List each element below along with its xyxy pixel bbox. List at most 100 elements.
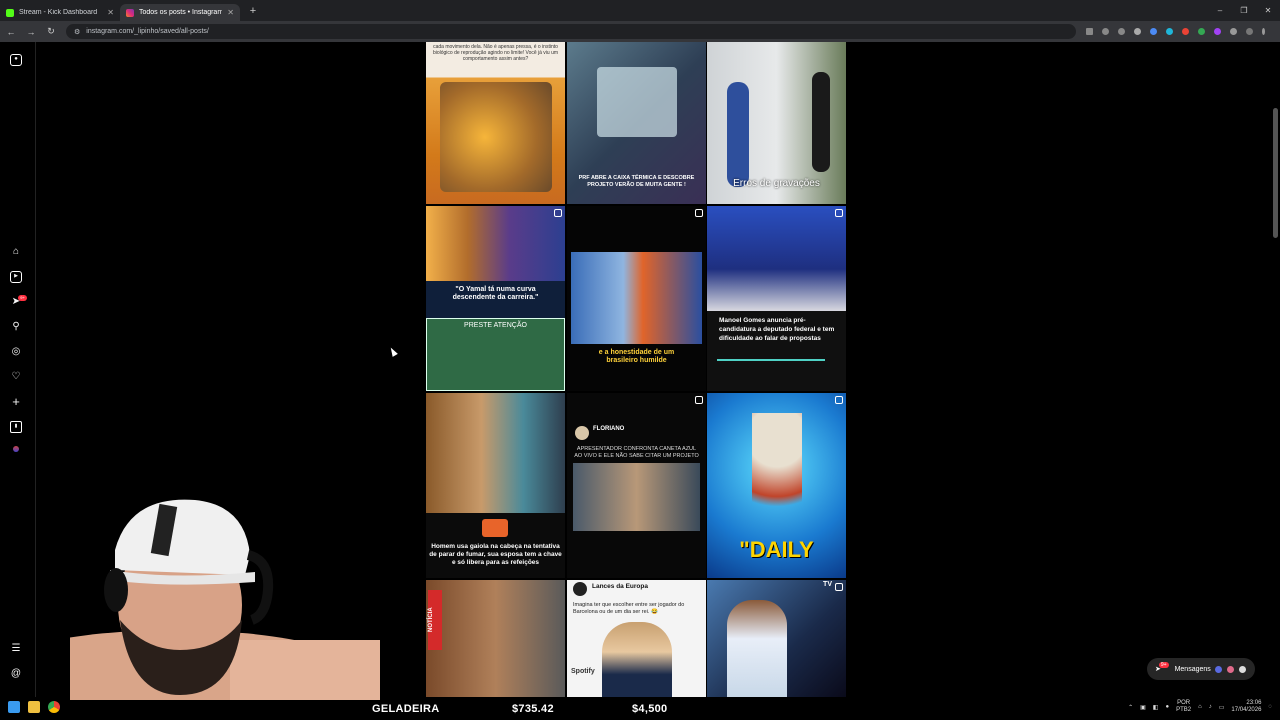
zoom-icon[interactable] <box>1102 28 1109 35</box>
post-caption: Erros de gravações <box>733 178 820 189</box>
page-scrollbar[interactable] <box>1273 108 1278 238</box>
extensions-puzzle-icon[interactable] <box>1230 28 1237 35</box>
browser-tabbar: Stream - Kick Dashboard ✕ Todos os posts… <box>0 0 1280 21</box>
extension-purple-icon[interactable] <box>1214 28 1221 35</box>
back-icon[interactable]: ← <box>6 27 16 37</box>
tab-kick-dashboard[interactable]: Stream - Kick Dashboard ✕ <box>0 4 120 21</box>
post-caption: "DAILY <box>739 537 814 562</box>
address-bar[interactable]: ⚙ instagram.com/_lipinho/saved/all-posts… <box>66 24 1076 39</box>
close-window-icon[interactable]: ✕ <box>1256 0 1280 20</box>
instagram-sidebar: ● ⌂ ▶ ➤ 9+ ⚲ ◎ ♡ + ▮ ☰ @ <box>0 42 36 697</box>
taskbar-apps <box>8 701 60 713</box>
extension-shield-icon[interactable] <box>1134 28 1141 35</box>
search-icon[interactable]: ⚲ <box>10 321 22 333</box>
account-name: Lances da Europa <box>592 583 648 590</box>
avatar <box>1225 664 1235 674</box>
post-caption: APRESENTADOR CONFRONTA CANETA AZUL AO VI… <box>574 446 699 459</box>
instagram-icon[interactable]: ● <box>10 54 22 66</box>
character-image <box>812 72 830 172</box>
site-info-icon[interactable]: ⚙ <box>74 28 80 36</box>
tab-instagram[interactable]: Todos os posts • Instagram ✕ <box>120 4 240 21</box>
notifications-bell-icon[interactable]: ◌ <box>1268 704 1272 710</box>
reel-indicator-icon <box>695 396 703 404</box>
tray-app-icon[interactable]: ▣ <box>1140 704 1146 711</box>
post-tile-floriano[interactable]: FLORIANO APRESENTADOR CONFRONTA CANETA A… <box>567 393 706 578</box>
messages-label: Mensagens <box>1174 665 1211 673</box>
tray-chevron-icon[interactable]: ⌃ <box>1128 704 1133 711</box>
post-tile-yamal[interactable]: "O Yamal tá numa curva descendente da ca… <box>426 206 565 391</box>
microphone-icon[interactable]: ● <box>1165 704 1169 710</box>
ticker-value: $4,500 <box>632 703 668 715</box>
system-tray: ⌃ ▣ ◧ ● POR PTB2 ⌂ ♪ ▭ 23:06 17/04/2026 … <box>1128 700 1272 714</box>
volume-icon[interactable]: ♪ <box>1209 704 1212 710</box>
chrome-icon[interactable] <box>48 701 60 713</box>
kick-favicon-icon <box>6 8 14 17</box>
post-tile-lances-europa[interactable]: Lances da Europa Imagina ter que escolhe… <box>567 580 706 697</box>
close-tab-icon[interactable]: ✕ <box>107 8 114 17</box>
home-icon[interactable]: ⌂ <box>10 246 22 258</box>
instagram-favicon-icon <box>126 8 134 17</box>
battery-icon[interactable]: ▭ <box>1219 704 1225 711</box>
system-clock[interactable]: 23:06 17/04/2026 <box>1231 700 1261 714</box>
ticker-value: $735.42 <box>512 703 554 715</box>
ticker-item: GELADEIRA <box>372 703 440 715</box>
menu-icon[interactable]: ☰ <box>10 643 22 655</box>
post-tile-prf-cooler[interactable]: PRF ABRE A CAIXA TÉRMICA E DESCOBRE PROJ… <box>567 42 706 204</box>
tab-title: Todos os posts • Instagram <box>139 9 223 16</box>
post-tile-erros-gravacoes[interactable]: Erros de gravações <box>707 42 846 204</box>
post-tile-manoel-gomes[interactable]: Manoel Gomes anuncia pré-candidatura a d… <box>707 206 846 391</box>
threads-icon[interactable]: @ <box>10 668 22 680</box>
explore-icon[interactable]: ◎ <box>10 346 22 358</box>
dashboard-icon[interactable]: ▮ <box>10 421 22 433</box>
post-tile-noticia[interactable]: NOTÍCIA <box>426 580 565 697</box>
maximize-icon[interactable]: ❐ <box>1232 0 1256 20</box>
post-tile-news-honesty[interactable]: e a honestidade de um brasileiro humilde <box>567 206 706 391</box>
post-tile-tv-player[interactable]: TV <box>707 580 846 697</box>
keyboard-layout[interactable]: POR PTB2 <box>1176 700 1191 714</box>
file-explorer-icon[interactable] <box>28 701 40 713</box>
reel-indicator-icon <box>695 209 703 217</box>
clock-date: 17/04/2026 <box>1231 707 1262 713</box>
extension-color-icon[interactable] <box>1182 28 1189 35</box>
profile-icon[interactable] <box>13 446 19 452</box>
news-anchor-image <box>571 252 702 344</box>
bookmark-star-icon[interactable] <box>1118 28 1125 35</box>
reload-icon[interactable]: ↻ <box>46 26 56 37</box>
network-icon[interactable]: ⌂ <box>1198 704 1202 710</box>
tray-app-icon[interactable]: ◧ <box>1153 704 1159 711</box>
post-caption: Manoel Gomes anuncia pré-candidatura a d… <box>719 317 835 342</box>
avatar <box>573 582 587 596</box>
saved-posts-grid: cada movimento dela. Não é apenas pressa… <box>426 42 847 697</box>
close-tab-icon[interactable]: ✕ <box>227 8 234 17</box>
language-code: POR <box>1177 700 1191 706</box>
notifications-icon[interactable]: ♡ <box>10 371 22 383</box>
webcam-overlay <box>70 499 380 700</box>
progress-bar <box>717 359 825 361</box>
post-caption: e a honestidade de um brasileiro humilde <box>598 349 675 364</box>
install-app-icon[interactable] <box>1086 28 1093 35</box>
minimize-icon[interactable]: – <box>1208 0 1232 20</box>
forward-icon[interactable]: → <box>26 27 36 37</box>
news-tag: NOTÍCIA <box>428 590 442 650</box>
messages-badge: 9+ <box>18 295 27 301</box>
extension-blue-icon[interactable] <box>1150 28 1157 35</box>
extension-green-icon[interactable] <box>1198 28 1205 35</box>
windows-start-icon[interactable] <box>8 701 20 713</box>
podcast-image <box>426 206 565 281</box>
create-icon[interactable]: + <box>10 395 22 408</box>
tab-title: Stream - Kick Dashboard <box>19 9 98 16</box>
post-tile-lizard[interactable]: cada movimento dela. Não é apenas pressa… <box>426 42 565 204</box>
clock-time: 23:06 <box>1246 700 1262 706</box>
reel-indicator-icon <box>835 583 843 591</box>
cage-image <box>426 393 565 513</box>
reels-icon[interactable]: ▶ <box>10 271 22 283</box>
profile-avatar-icon[interactable] <box>1246 28 1253 35</box>
messages-button[interactable]: ➤ 9+ Mensagens <box>1147 658 1255 680</box>
kebab-menu-icon[interactable] <box>1262 28 1265 35</box>
url-text: instagram.com/_lipinho/saved/all-posts/ <box>86 28 209 35</box>
new-tab-button[interactable]: + <box>246 4 260 18</box>
extension-teal-icon[interactable] <box>1166 28 1173 35</box>
address-toolbar: ← → ↻ ⚙ instagram.com/_lipinho/saved/all… <box>0 21 1280 42</box>
post-tile-cage-smoking[interactable]: Homem usa gaiola na cabeça na tentativa … <box>426 393 565 578</box>
post-tile-daily-skeleton[interactable]: "DAILY <box>707 393 846 578</box>
